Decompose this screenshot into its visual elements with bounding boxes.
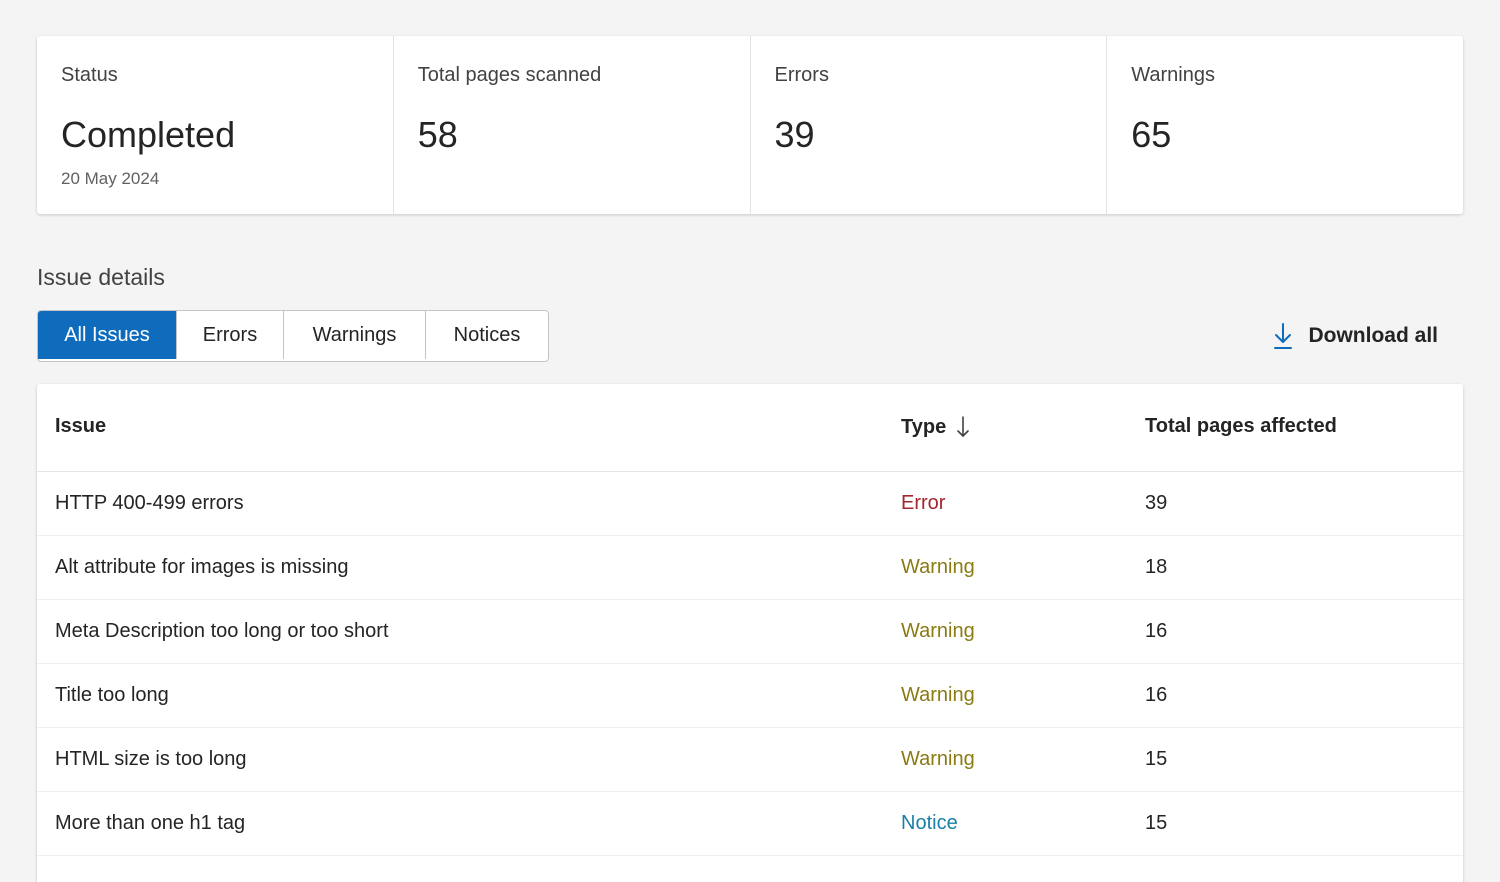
tab-all-issues[interactable]: All Issues	[38, 311, 177, 359]
issue-name: Alt attribute for images is missing	[55, 556, 349, 578]
table-row[interactable]: HTML size is too long Warning 15	[37, 728, 1463, 792]
issue-type: Notice	[901, 812, 958, 834]
issue-name: HTML size is too long	[55, 748, 247, 770]
table-row[interactable]: Title too long Warning 16	[37, 664, 1463, 728]
errors-card: Errors 39	[751, 36, 1108, 214]
status-card: Status Completed 20 May 2024	[37, 36, 394, 214]
pages-scanned-card: Total pages scanned 58	[394, 36, 751, 214]
arrow-down-to-line-icon	[1274, 323, 1293, 349]
issue-type: Warning	[901, 748, 975, 770]
table-row[interactable]: Alt attribute for images is missing Warn…	[37, 536, 1463, 600]
issue-pages-affected: 18	[1145, 556, 1168, 578]
table-header: Issue Type Total pages affected	[37, 384, 1463, 472]
status-value: Completed	[61, 114, 236, 155]
errors-value: 39	[774, 114, 815, 155]
column-header-issue: Issue	[55, 415, 106, 438]
column-header-total-pages: Total pages affected	[1145, 415, 1337, 438]
issue-pages-affected: 16	[1145, 620, 1168, 642]
column-header-type-label: Type	[901, 415, 947, 438]
download-all-label: Download all	[1308, 324, 1438, 347]
issue-details-title: Issue details	[37, 264, 165, 290]
issue-type: Error	[901, 492, 946, 514]
warnings-label: Warnings	[1131, 64, 1215, 86]
pages-scanned-value: 58	[417, 114, 458, 155]
tab-notices[interactable]: Notices	[426, 311, 548, 359]
issue-name: HTTP 400-499 errors	[55, 492, 244, 514]
pages-scanned-label: Total pages scanned	[417, 64, 602, 86]
arrow-down-icon	[957, 416, 970, 437]
errors-label: Errors	[774, 64, 829, 86]
table-row[interactable]: Meta Description too long or too short W…	[37, 600, 1463, 664]
issue-name: Meta Description too long or too short	[55, 620, 389, 642]
warnings-value: 65	[1131, 114, 1172, 155]
issue-type: Warning	[901, 620, 975, 642]
status-date: 20 May 2024	[61, 169, 160, 188]
column-header-type[interactable]: Type	[901, 415, 970, 439]
column-header-issue-label: Issue	[55, 415, 107, 437]
issue-pages-affected: 39	[1145, 492, 1168, 514]
issues-table: Issue Type Total pages affected HTTP 400…	[37, 384, 1463, 882]
site-scan-report: Status Completed 20 May 2024 Total pages…	[0, 0, 1500, 882]
warnings-card: Warnings 65	[1107, 36, 1463, 214]
issue-type: Warning	[901, 556, 975, 578]
issue-name: More than one h1 tag	[55, 812, 246, 834]
summary-cards: Status Completed 20 May 2024 Total pages…	[37, 36, 1463, 214]
download-all-button[interactable]: Download all	[1272, 320, 1438, 352]
issue-pages-affected: 15	[1145, 812, 1168, 834]
column-header-total-pages-label: Total pages affected	[1145, 415, 1337, 437]
issue-pages-affected: 16	[1145, 684, 1168, 706]
issue-name: Title too long	[55, 684, 169, 706]
table-row[interactable]: HTTP 400-499 errors Error 39	[37, 472, 1463, 536]
tab-errors[interactable]: Errors	[177, 311, 284, 359]
status-label: Status	[61, 64, 118, 86]
issue-pages-affected: 15	[1145, 748, 1168, 770]
issue-type: Warning	[901, 684, 975, 706]
tab-warnings[interactable]: Warnings	[284, 311, 426, 359]
table-row[interactable]: More than one h1 tag Notice 15	[37, 792, 1463, 856]
issue-filter-tabs: All Issues Errors Warnings Notices	[37, 310, 549, 362]
